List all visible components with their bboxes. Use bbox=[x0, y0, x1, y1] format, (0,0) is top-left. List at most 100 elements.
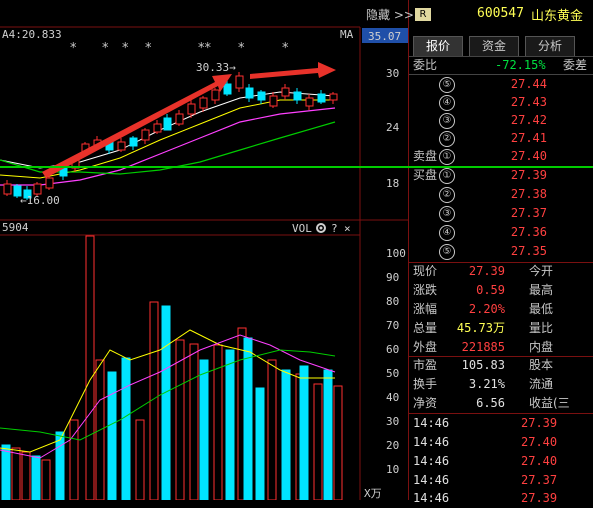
signal-star: * bbox=[122, 41, 129, 56]
ask-prefix: 卖盘 bbox=[413, 149, 438, 163]
price-tick-30: 30 bbox=[386, 67, 399, 80]
candle-body bbox=[281, 87, 290, 97]
volume-tick: 50 bbox=[386, 367, 399, 380]
ask-num: ④ bbox=[439, 95, 455, 111]
ma-label: A4:20.833 bbox=[2, 28, 62, 41]
help-button[interactable]: ? bbox=[331, 222, 338, 235]
quote-label: 涨幅 bbox=[413, 302, 438, 316]
candle-body bbox=[3, 183, 12, 195]
volume-tick: 30 bbox=[386, 415, 399, 428]
trade-time: 14:46 bbox=[413, 491, 450, 505]
ratio-row: 委比 -72.15% 委差 bbox=[409, 56, 593, 75]
trade-row: 14:46 27.40 bbox=[409, 452, 593, 471]
signal-star: * bbox=[238, 41, 245, 56]
stat-label2: 收益(三 bbox=[529, 396, 570, 410]
signal-star: * bbox=[282, 41, 289, 56]
rights-badge: R bbox=[415, 8, 431, 21]
chart-area[interactable]: A4:20.833 MA 35.07 * * * * ** * * 30 24 18 30.… bbox=[0, 0, 409, 501]
bid-row-3: ③ 27.37 bbox=[409, 204, 593, 223]
ask-row-3: ③ 27.42 bbox=[409, 111, 593, 130]
trade-row: 14:46 27.39 bbox=[409, 414, 593, 433]
ratio-label: 委比 bbox=[413, 58, 438, 72]
ask-row-5: ⑤ 27.44 bbox=[409, 75, 593, 94]
candle-body bbox=[223, 83, 232, 95]
ask-num: ⑤ bbox=[439, 77, 455, 93]
signal-star: ** bbox=[198, 41, 212, 56]
volume-bars bbox=[1, 235, 343, 501]
volume-bar bbox=[299, 365, 309, 501]
trend-arrow-right bbox=[250, 62, 336, 79]
candle-body bbox=[153, 123, 162, 133]
stat-value: 3.21% bbox=[468, 377, 505, 391]
trade-row: 14:46 27.37 bbox=[409, 471, 593, 490]
volume-bar bbox=[313, 383, 323, 501]
ask-price: 27.41 bbox=[510, 131, 547, 145]
ask-price: 27.43 bbox=[510, 95, 547, 109]
volume-bar bbox=[85, 235, 95, 501]
bid-price: 27.38 bbox=[510, 187, 547, 201]
volume-bar bbox=[267, 359, 277, 501]
bid-price: 27.35 bbox=[510, 244, 547, 258]
bid-num: ⑤ bbox=[439, 244, 455, 260]
trade-time: 14:46 bbox=[413, 473, 450, 487]
stat-row: 换手 3.21% 流通 bbox=[409, 375, 593, 394]
trade-row: 14:46 27.39 bbox=[409, 489, 593, 508]
bid-row-5: ⑤ 27.35 bbox=[409, 242, 593, 261]
close-button[interactable]: × bbox=[344, 222, 351, 235]
volume-bar bbox=[323, 369, 333, 501]
volume-tick: 60 bbox=[386, 343, 399, 356]
trade-price: 27.40 bbox=[521, 435, 558, 449]
price-tick-24: 24 bbox=[386, 121, 400, 134]
quote-panel: 隐藏 >> R 600547 山东黄金 报价 资金 分析 委比 -72.15% … bbox=[0, 0, 593, 505]
quote-row: 涨跌 0.59 最高 bbox=[409, 281, 593, 300]
quote-label2: 最低 bbox=[529, 302, 554, 316]
volume-tick: 40 bbox=[386, 391, 399, 404]
quote-label2: 量比 bbox=[529, 321, 554, 335]
kline-chart-svg[interactable]: A4:20.833 MA 35.07 * * * * ** * * 30 24 18 30.… bbox=[0, 0, 409, 501]
stat-row: 市盈 105.83 股本 bbox=[409, 356, 593, 375]
tab-analysis[interactable]: 分析 bbox=[525, 36, 575, 57]
trade-time: 14:46 bbox=[413, 454, 450, 468]
quote-label2: 内盘 bbox=[529, 340, 554, 354]
candle-body bbox=[293, 91, 302, 101]
quote-label2: 今开 bbox=[529, 264, 554, 278]
bid-row-2: ② 27.38 bbox=[409, 185, 593, 204]
volume-bar bbox=[333, 385, 343, 501]
ask-num: ③ bbox=[439, 113, 455, 129]
trade-price: 27.40 bbox=[521, 454, 558, 468]
candle-body bbox=[163, 117, 172, 131]
ask-row-4: ④ 27.43 bbox=[409, 93, 593, 112]
quote-label2: 最高 bbox=[529, 283, 554, 297]
volume-bar bbox=[199, 359, 209, 501]
stat-value: 105.83 bbox=[461, 358, 505, 372]
volume-bar bbox=[255, 387, 265, 501]
ask-price: 27.44 bbox=[510, 77, 547, 91]
volume-bar bbox=[121, 357, 131, 501]
quote-value: 221885 bbox=[461, 340, 505, 354]
volume-tick: 20 bbox=[386, 439, 399, 452]
bid-row-1: 买盘 ① 27.39 bbox=[409, 166, 593, 185]
volume-bar bbox=[21, 451, 31, 501]
signal-star: * bbox=[102, 41, 109, 56]
quote-value: 27.39 bbox=[468, 264, 505, 278]
gear-icon[interactable] bbox=[316, 223, 326, 233]
ratio-value: -72.15% bbox=[495, 58, 546, 72]
volume-bar bbox=[189, 343, 199, 501]
price-tick-18: 18 bbox=[386, 177, 399, 190]
volume-tick: 70 bbox=[386, 319, 399, 332]
candle-body bbox=[141, 129, 150, 141]
tab-quote[interactable]: 报价 bbox=[413, 36, 463, 57]
stat-label2: 流通 bbox=[529, 377, 554, 391]
trade-time: 14:46 bbox=[413, 416, 450, 430]
stat-label: 换手 bbox=[413, 377, 438, 391]
signal-star: * bbox=[145, 41, 152, 56]
candle-body bbox=[129, 137, 138, 147]
volume-bar bbox=[161, 305, 171, 501]
trade-price: 27.37 bbox=[521, 473, 558, 487]
tab-capital[interactable]: 资金 bbox=[469, 36, 519, 57]
stat-row: 净资 6.56 收益(三 bbox=[409, 394, 593, 413]
quote-label: 涨跌 bbox=[413, 283, 438, 297]
candle-body bbox=[329, 93, 338, 101]
hide-panel-button[interactable]: 隐藏 >> bbox=[366, 6, 414, 23]
candle-body bbox=[235, 75, 244, 89]
